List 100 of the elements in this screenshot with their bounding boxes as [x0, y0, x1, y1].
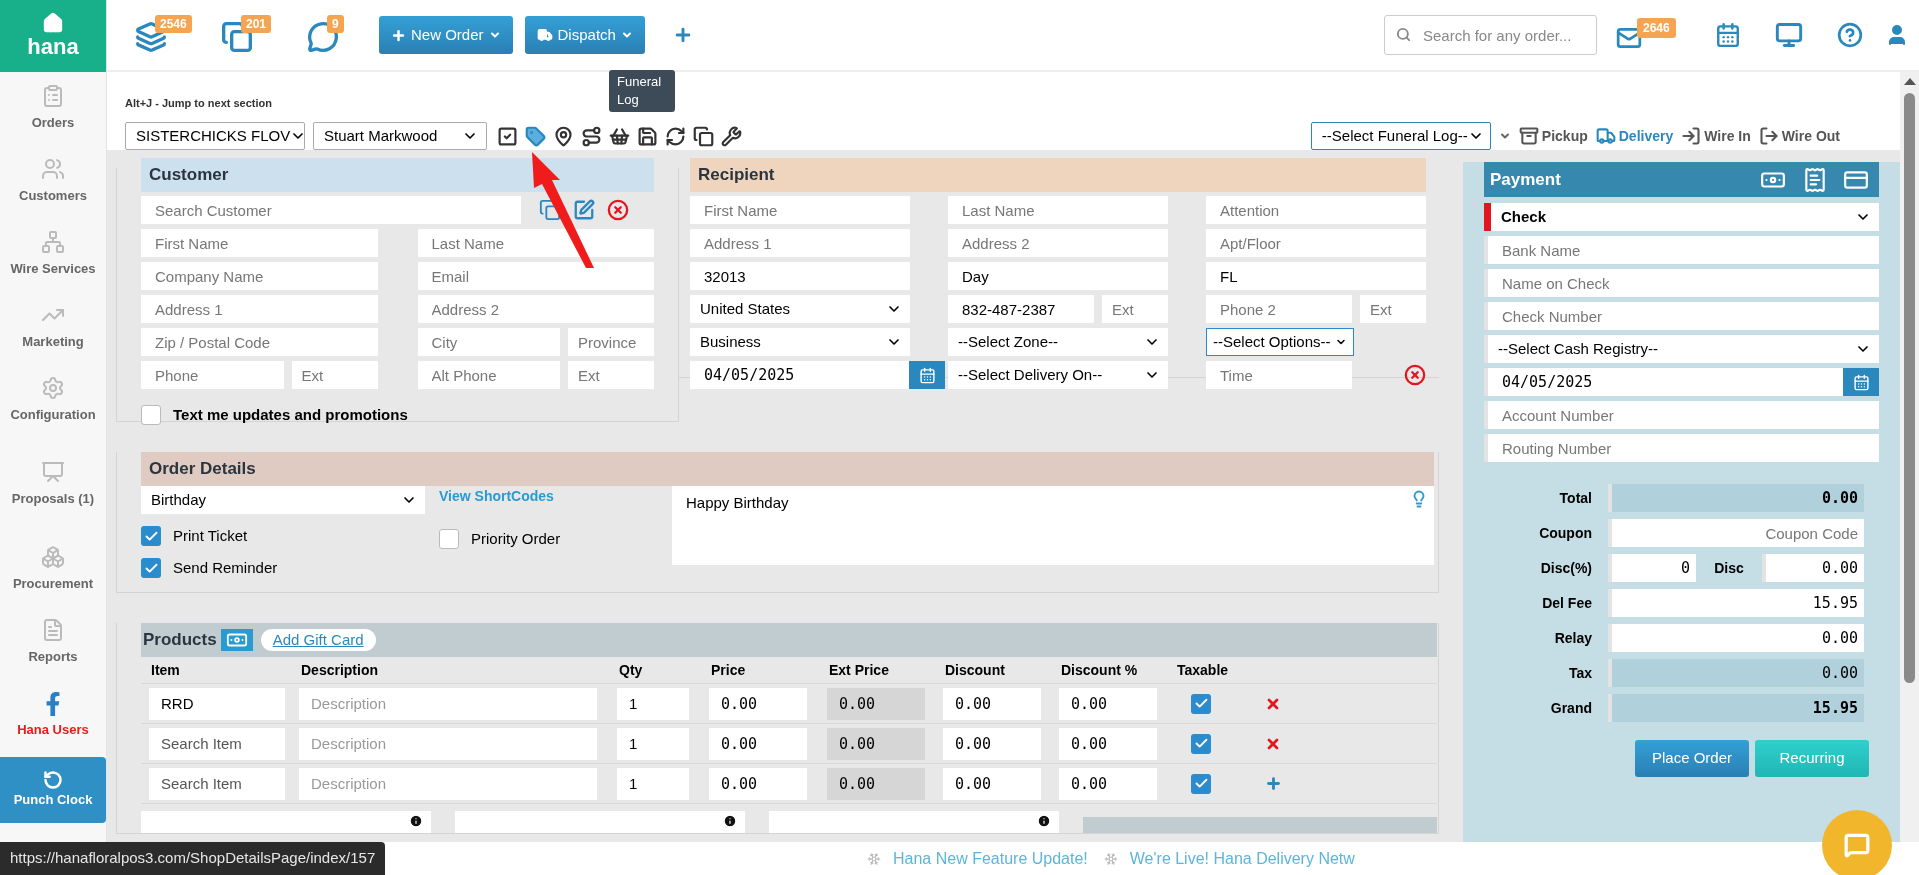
text-field[interactable]: First Name [141, 229, 378, 257]
text-field[interactable]: Attention [1206, 196, 1426, 224]
place-order-button[interactable]: Place Order [1635, 740, 1749, 777]
instructions-field[interactable] [141, 811, 431, 833]
mail-icon[interactable] [1615, 25, 1643, 51]
wrench-icon[interactable] [721, 125, 742, 147]
text-field[interactable]: Ext [291, 361, 378, 389]
discount-percent-field[interactable]: 0.00 [1059, 767, 1157, 800]
total-field[interactable]: 0.00 [1608, 659, 1864, 687]
punch-clock-button[interactable]: Punch Clock [0, 757, 106, 823]
item-field[interactable]: Search Item [149, 727, 285, 760]
date-field[interactable]: 04/05/2025 [690, 361, 909, 389]
order-type-tab[interactable]: Delivery [1595, 125, 1674, 147]
clear-icon[interactable] [607, 199, 629, 221]
instructions-field[interactable] [455, 811, 745, 833]
discount-percent-field[interactable]: 0.00 [1059, 687, 1157, 720]
search-field[interactable]: Search for any order... [1384, 15, 1597, 55]
text-field[interactable]: Check Number [1488, 302, 1879, 330]
new-order-button[interactable]: New Order [379, 16, 513, 54]
price-field[interactable]: 0.00 [709, 687, 807, 720]
item-field[interactable]: RRD [149, 687, 285, 720]
price-field[interactable]: 0.00 [709, 727, 807, 760]
checkbox-icon[interactable] [497, 125, 518, 147]
scrollbar[interactable] [1900, 72, 1919, 842]
coupon-field[interactable]: Coupon Code [1608, 519, 1864, 547]
text-field[interactable]: Day [948, 262, 1168, 290]
ext-price-field[interactable]: 0.00 [827, 687, 925, 720]
text-field[interactable]: Province [568, 328, 654, 356]
sidebar-item[interactable]: Orders [0, 72, 106, 145]
taxable-checkbox[interactable] [1191, 773, 1211, 794]
info-icon[interactable] [723, 814, 737, 828]
text-field[interactable]: Account Number [1488, 401, 1879, 429]
text-field[interactable]: Company Name [141, 262, 378, 290]
text-field[interactable]: Address 1 [141, 295, 378, 323]
text-field[interactable]: Phone 2 [1206, 295, 1352, 323]
edit-icon[interactable] [573, 199, 595, 221]
shop-dropdown[interactable]: SISTERCHICKS FLOV [125, 122, 305, 150]
text-field[interactable]: Address 2 [417, 295, 654, 323]
quantity-field[interactable]: 1 [617, 687, 689, 720]
text-field[interactable]: City [417, 328, 560, 356]
text-field[interactable]: First Name [690, 196, 910, 224]
calendar-button[interactable] [909, 361, 945, 389]
text-field[interactable]: Last Name [417, 229, 654, 257]
quantity-field[interactable]: 1 [617, 727, 689, 760]
instructions-field[interactable] [769, 811, 1059, 833]
options-dropdown[interactable]: --Select Options-- [1206, 328, 1354, 356]
clear-icon[interactable] [1404, 364, 1426, 386]
checkbox[interactable] [141, 405, 161, 426]
discount-field[interactable]: 0.00 [943, 767, 1041, 800]
map-pin-icon[interactable] [553, 125, 574, 147]
text-field[interactable]: 832-487-2387 [948, 295, 1094, 323]
text-field[interactable]: Alt Phone [417, 361, 560, 389]
text-field[interactable]: 32013 [690, 262, 910, 290]
dropdown[interactable]: Business [690, 328, 910, 356]
checkbox[interactable] [439, 529, 459, 549]
text-field[interactable]: Phone [141, 361, 284, 389]
text-field[interactable]: Time [1206, 361, 1352, 389]
monitor-icon[interactable] [1775, 21, 1803, 49]
text-field[interactable]: FL [1206, 262, 1426, 290]
text-field[interactable]: Address 1 [690, 229, 910, 257]
order-type-tab[interactable]: Wire Out [1758, 125, 1840, 147]
dropdown[interactable]: --Select Delivery On-- [948, 361, 1168, 389]
sidebar-item[interactable]: Configuration [0, 364, 106, 437]
taxable-checkbox[interactable] [1191, 733, 1211, 754]
quantity-field[interactable]: 1 [617, 767, 689, 800]
order-type-tab[interactable]: Wire In [1681, 125, 1751, 147]
sidebar-item[interactable]: Hana Users [0, 679, 106, 752]
add-icon[interactable] [1265, 775, 1282, 792]
add-gift-card-button[interactable]: Add Gift Card [260, 629, 376, 651]
text-field[interactable]: Ext [1102, 295, 1168, 323]
dropdown[interactable]: --Select Zone-- [948, 328, 1168, 356]
text-field[interactable]: Name on Check [1488, 269, 1879, 297]
description-field[interactable]: Description [299, 727, 597, 760]
basket-icon[interactable] [609, 125, 630, 147]
info-icon[interactable] [409, 814, 423, 828]
description-field[interactable]: Description [299, 687, 597, 720]
copy-icon[interactable] [693, 125, 714, 147]
payment-method-dropdown[interactable]: Check [1484, 203, 1879, 231]
percent-field[interactable]: 0 [1608, 554, 1696, 582]
checkbox[interactable] [141, 526, 161, 546]
sidebar-item[interactable]: Proposals (1) [0, 437, 106, 533]
refresh-icon[interactable] [665, 125, 686, 147]
funeral-log-dropdown[interactable]: --Select Funeral Log-- [1310, 122, 1491, 150]
amount-field[interactable]: 15.95 [1608, 589, 1864, 617]
discount-field[interactable]: 0.00 [943, 727, 1041, 760]
tag-icon[interactable] [525, 125, 546, 147]
calendar-button[interactable] [1843, 368, 1879, 396]
text-field[interactable]: Ext [1360, 295, 1426, 323]
dropdown[interactable]: United States [690, 295, 910, 323]
item-field[interactable]: Search Item [149, 767, 285, 800]
chat-icon[interactable] [307, 21, 339, 53]
employee-dropdown[interactable]: Stuart Markwood [313, 122, 487, 150]
ext-price-field[interactable]: 0.00 [827, 767, 925, 800]
calendar-icon[interactable] [1715, 22, 1741, 48]
text-field[interactable]: Ext [568, 361, 654, 389]
text-field[interactable]: Address 2 [948, 229, 1168, 257]
message-field[interactable]: Happy Birthday [672, 486, 1434, 565]
description-field[interactable]: Description [299, 767, 597, 800]
dropdown[interactable]: --Select Cash Registry-- [1488, 335, 1879, 363]
text-field[interactable]: Email [417, 262, 654, 290]
